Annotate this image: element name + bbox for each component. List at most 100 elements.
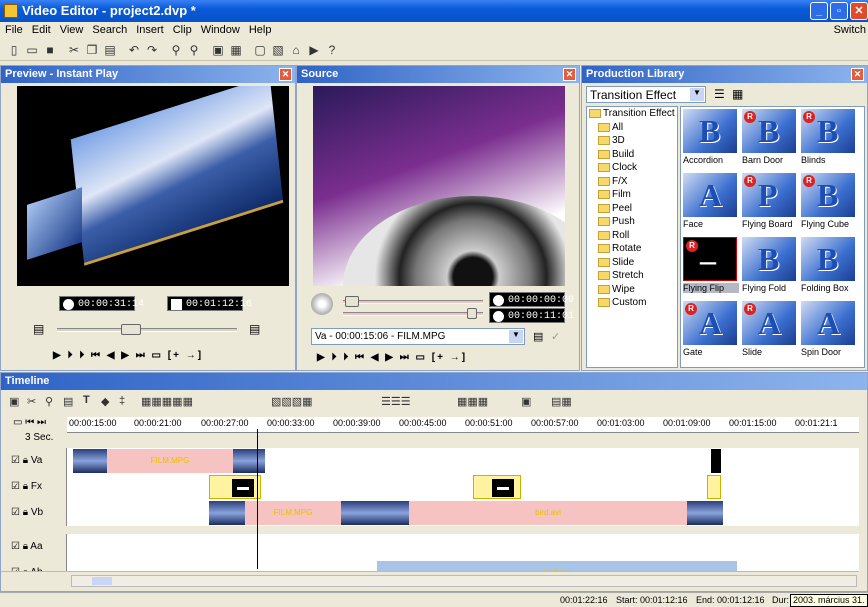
fx-transition-1[interactable]	[209, 475, 261, 499]
chevron-down-icon[interactable]: ▼	[509, 330, 523, 343]
library-icon[interactable]: ⌂	[288, 42, 304, 58]
find-next-icon[interactable]: ⚲	[186, 42, 202, 58]
timeline-scale[interactable]: 3 Sec.	[25, 432, 53, 443]
tree-item-3d[interactable]: 3D	[587, 134, 677, 148]
lock-icon[interactable]: ☑ 🔒︎	[11, 541, 30, 552]
menu-clip[interactable]: Clip	[168, 22, 196, 36]
vb-clip2-thumb[interactable]	[341, 501, 409, 525]
effect-blinds[interactable]: R B Blinds	[799, 107, 857, 169]
effect-face[interactable]: A Face	[681, 171, 739, 233]
effect-accordion[interactable]: B Accordion	[681, 107, 739, 169]
effect-flying-flip[interactable]: R – Flying Flip	[681, 235, 739, 297]
mark-in-icon[interactable]: ▤	[33, 322, 44, 336]
menu-view[interactable]: View	[55, 22, 88, 36]
toolbar-group-icon[interactable]: ▦▦▦▦▦	[141, 395, 193, 408]
source-out-thumb[interactable]	[467, 308, 477, 319]
lock-icon[interactable]: ☑ 🔒︎	[11, 507, 31, 518]
timeline-scrollbar[interactable]	[71, 575, 857, 587]
effect-spin-door[interactable]: A Spin Door	[799, 299, 857, 361]
va-clip-end-thumb[interactable]	[233, 449, 265, 473]
align-icon[interactable]: ☰☰☰	[381, 395, 411, 408]
title-text-icon[interactable]: T	[83, 394, 90, 406]
clip-props-icon[interactable]: ▤	[63, 395, 73, 408]
preview-window-icon[interactable]: ▢	[252, 42, 268, 58]
category-select[interactable]: Transition Effect ▼	[586, 86, 706, 103]
preview-position-slider[interactable]	[57, 324, 237, 335]
effect-barn-door[interactable]: R B Barn Door	[740, 107, 798, 169]
nav-buttons-icon[interactable]: ▭ ⏮ ⏭	[13, 417, 46, 428]
tree-item-roll[interactable]: Roll	[587, 229, 677, 243]
close-icon[interactable]: ✕	[563, 68, 576, 81]
split-icon[interactable]: ◆	[101, 395, 109, 408]
menu-search[interactable]: Search	[87, 22, 131, 36]
tree-item-wipe[interactable]: Wipe	[587, 283, 677, 297]
insert-audio-icon[interactable]: ▦	[228, 42, 244, 58]
effect-gate[interactable]: R A Gate	[681, 299, 739, 361]
audio-tools-icon[interactable]: ▧▧▧▦	[271, 395, 313, 408]
help-icon[interactable]: ?	[324, 42, 340, 58]
timeline-ruler[interactable]: 00:00:15:00 00:00:21:00 00:00:27:00 00:0…	[67, 417, 859, 433]
vb-clip2-end-thumb[interactable]	[687, 501, 723, 525]
copy-icon[interactable]: ❐	[84, 42, 100, 58]
tree-item-slide[interactable]: Slide	[587, 256, 677, 270]
undo-icon[interactable]: ↶	[126, 42, 142, 58]
lock-icon[interactable]: ☑ 🔒︎	[11, 455, 31, 466]
source-in-slider[interactable]	[343, 296, 483, 307]
va-marker[interactable]	[711, 449, 721, 473]
check-icon[interactable]: ✓	[551, 330, 560, 343]
effect-folding-box[interactable]: B Folding Box	[799, 235, 857, 297]
snap-icon[interactable]: ▣	[521, 395, 531, 408]
new-icon[interactable]: ▯	[6, 42, 22, 58]
vb-clip1-thumb[interactable]	[209, 501, 245, 525]
cut-icon[interactable]: ✂	[66, 42, 82, 58]
menu-help[interactable]: Help	[244, 22, 276, 36]
menu-window[interactable]: Window	[196, 22, 244, 36]
effect-flying-cube[interactable]: R B Flying Cube	[799, 171, 857, 233]
fx-transition-2[interactable]	[473, 475, 521, 499]
menu-edit[interactable]: Edit	[27, 22, 55, 36]
marker-icon[interactable]: ‡	[119, 395, 125, 407]
source-out-slider[interactable]	[343, 308, 483, 319]
close-button[interactable]: ✕	[850, 2, 868, 20]
paste-icon[interactable]: ▤	[102, 42, 118, 58]
vb-clip-1[interactable]: FILM.MPG	[245, 501, 341, 525]
switch-label[interactable]: Switch	[834, 24, 866, 36]
tree-item-all[interactable]: All	[587, 121, 677, 135]
effect-flying-board[interactable]: R P Flying Board	[740, 171, 798, 233]
ab-clip[interactable]: bird.avi	[377, 561, 737, 571]
close-icon[interactable]: ✕	[851, 68, 864, 81]
zoom-icon[interactable]: ⚲	[45, 395, 53, 408]
source-window-icon[interactable]: ▧	[270, 42, 286, 58]
view-icon[interactable]: ▣	[9, 395, 19, 408]
redo-icon[interactable]: ↷	[144, 42, 160, 58]
preview-slider-thumb[interactable]	[121, 324, 141, 335]
tree-item-build[interactable]: Build	[587, 148, 677, 162]
tree-item-fx[interactable]: F/X	[587, 175, 677, 189]
lock-icon[interactable]: ☑ 🔒︎	[11, 481, 31, 492]
tree-item-push[interactable]: Push	[587, 215, 677, 229]
va-clip-thumb[interactable]	[73, 449, 107, 473]
maximize-button[interactable]: ▫	[830, 2, 848, 20]
play-icon[interactable]: ▶	[306, 42, 322, 58]
playhead[interactable]	[257, 429, 258, 569]
properties-icon[interactable]: ▤	[533, 330, 543, 343]
source-clip-select[interactable]: Va - 00:00:15:06 - FILM.MPG ▼	[311, 328, 525, 345]
va-clip[interactable]: FILM.MPG	[107, 449, 233, 473]
tree-item-film[interactable]: Film	[587, 188, 677, 202]
save-icon[interactable]: ■	[42, 42, 58, 58]
effect-slide[interactable]: R A Slide	[740, 299, 798, 361]
vb-clip-2[interactable]: bird.avi	[409, 501, 687, 525]
menu-file[interactable]: File	[0, 22, 27, 36]
source-transport-controls[interactable]: ▶ ⏵ ⏵ ⏮ ◀ ▶ ⏭ ▭ [+ →]	[317, 352, 467, 363]
track-icon[interactable]: ▦▦▦	[457, 395, 488, 408]
insert-video-icon[interactable]: ▣	[210, 42, 226, 58]
open-icon[interactable]: ▭	[24, 42, 40, 58]
tree-item-clock[interactable]: Clock	[587, 161, 677, 175]
effect-flying-fold[interactable]: B Flying Fold	[740, 235, 798, 297]
mark-out-icon[interactable]: ▤	[249, 322, 260, 336]
tree-item-peel[interactable]: Peel	[587, 202, 677, 216]
preview-transport-controls[interactable]: ▶ ⏵ ⏵ ⏮ ◀ ▶ ⏭ ▭ [+ →]	[53, 350, 203, 361]
trim-icon[interactable]: ✂	[27, 395, 36, 408]
source-in-thumb[interactable]	[345, 296, 359, 307]
fx-transition-3[interactable]	[707, 475, 721, 499]
